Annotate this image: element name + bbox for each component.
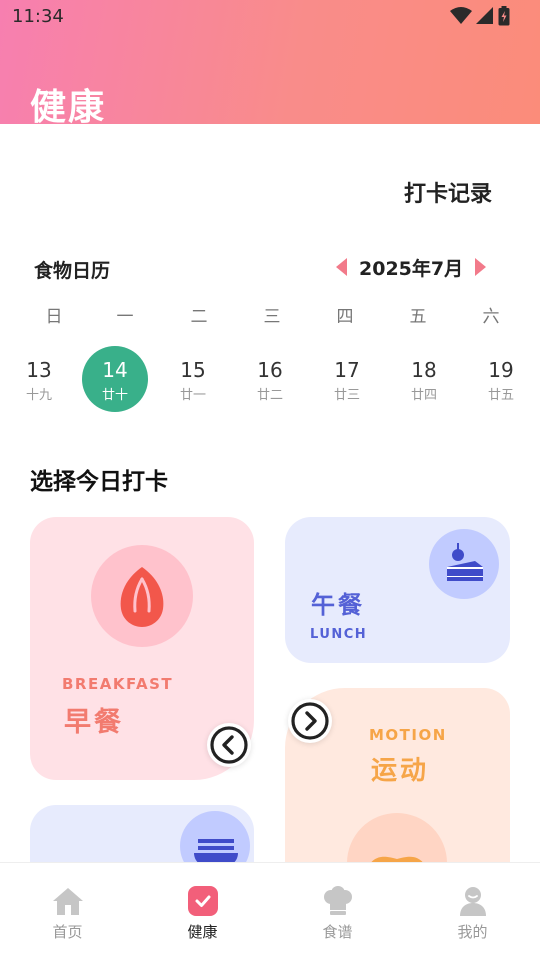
weekday-wed: 三: [263, 307, 281, 327]
weekday-thu: 四: [336, 307, 354, 327]
motion-cn-label: 运动: [371, 756, 430, 786]
calendar-day[interactable]: 17 廿三: [314, 346, 380, 412]
lunch-cn-label: 午餐: [311, 591, 365, 619]
almond-icon: [120, 567, 164, 627]
nav-label-home: 首页: [52, 923, 83, 941]
battery-icon: [498, 6, 510, 26]
lunch-en-label: LUNCH: [310, 627, 368, 642]
bottom-nav: 首页 健康 食谱 我的: [0, 862, 540, 960]
calendar-day[interactable]: 19 廿五: [468, 346, 534, 412]
nav-label-health: 健康: [187, 923, 218, 941]
day-lunar: 廿三: [333, 388, 360, 403]
wifi-icon: [450, 7, 472, 24]
weekday-sun: 日: [45, 307, 63, 327]
day-number: 19: [488, 358, 514, 382]
current-month: 2025年7月: [359, 257, 464, 280]
day-number: 15: [180, 358, 206, 382]
checkin-record-link[interactable]: 打卡记录: [404, 176, 492, 208]
app-header: 11:34 健康: [0, 0, 540, 128]
nav-item-home[interactable]: 首页: [0, 863, 135, 960]
weekday-tue: 二: [190, 307, 208, 327]
signal-icon: [476, 7, 493, 24]
page-title: 健康: [30, 87, 107, 128]
health-check-icon: [188, 886, 218, 916]
status-icons: [450, 5, 510, 27]
day-lunar: 十九: [25, 388, 52, 403]
month-nav: 2025年7月: [336, 252, 487, 282]
cake-icon: [447, 543, 483, 581]
food-calendar-label: 食物日历: [34, 260, 111, 282]
lunch-card[interactable]: 午餐 LUNCH: [285, 517, 510, 663]
day-lunar: 廿一: [179, 388, 206, 403]
day-lunar: 廿十: [101, 388, 128, 403]
motion-en-label: MOTION: [369, 726, 447, 744]
day-number: 18: [411, 358, 437, 382]
day-number: 14: [102, 358, 128, 382]
calendar-day[interactable]: 16 廿二: [237, 346, 303, 412]
carousel-prev-button[interactable]: [207, 723, 251, 767]
day-lunar: 廿四: [410, 388, 437, 403]
status-bar: 11:34: [0, 0, 540, 34]
nav-item-recipes[interactable]: 食谱: [270, 863, 405, 960]
nav-item-profile[interactable]: 我的: [405, 863, 540, 960]
chevron-right-icon: [291, 702, 329, 740]
nav-item-health[interactable]: 健康: [135, 863, 270, 960]
status-time: 11:34: [12, 6, 64, 27]
carousel-next-button[interactable]: [288, 699, 332, 743]
day-lunar: 廿二: [256, 388, 283, 403]
nav-label-recipes: 食谱: [322, 923, 353, 941]
weekday-fri: 五: [409, 307, 427, 327]
home-icon: [53, 888, 83, 915]
calendar-day[interactable]: 13 十九: [6, 346, 72, 412]
day-number: 17: [334, 358, 360, 382]
calendar-day[interactable]: 15 廿一: [160, 346, 226, 412]
breakfast-icon-circle: [91, 545, 193, 647]
weekday-mon: 一: [116, 307, 134, 327]
chevron-left-icon: [210, 726, 248, 764]
calendar-day[interactable]: 18 廿四: [391, 346, 457, 412]
section-title: 选择今日打卡: [30, 469, 168, 495]
profile-icon: [460, 887, 486, 916]
chef-hat-icon: [324, 886, 352, 915]
breakfast-cn-label: 早餐: [64, 707, 124, 738]
weekday-sat: 六: [482, 307, 500, 327]
day-number: 13: [26, 358, 52, 382]
prev-month-icon[interactable]: [336, 258, 347, 276]
day-number: 16: [257, 358, 283, 382]
nav-label-profile: 我的: [457, 923, 488, 941]
next-month-icon[interactable]: [475, 258, 487, 276]
lunch-icon-circle: [429, 529, 499, 599]
day-lunar: 廿五: [487, 388, 514, 403]
calendar-day-selected[interactable]: 14 廿十: [82, 346, 148, 412]
breakfast-en-label: BREAKFAST: [62, 675, 174, 693]
